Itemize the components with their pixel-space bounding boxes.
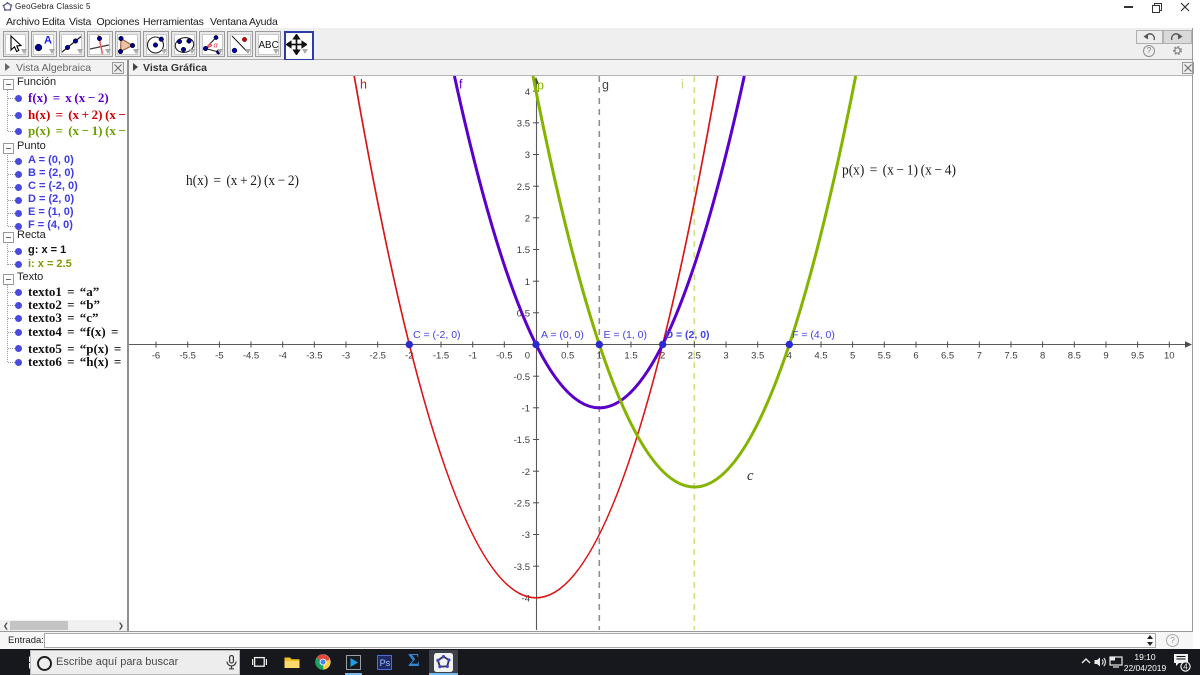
svg-text:f: f <box>459 78 463 92</box>
svg-text:-1.5: -1.5 <box>433 351 449 362</box>
svg-text:4: 4 <box>1183 663 1188 672</box>
svg-text:1: 1 <box>525 277 530 288</box>
svg-text:3.5: 3.5 <box>751 351 764 362</box>
svg-text:2.5: 2.5 <box>517 182 530 193</box>
svg-text:-1.5: -1.5 <box>514 435 530 446</box>
svg-text:2: 2 <box>525 213 530 224</box>
svg-text:-3: -3 <box>522 530 530 541</box>
svg-text:8: 8 <box>1040 351 1045 362</box>
svg-text:-4.5: -4.5 <box>243 351 259 362</box>
svg-text:-1: -1 <box>522 403 530 414</box>
svg-text:-2.5: -2.5 <box>514 498 530 509</box>
svg-text:6.5: 6.5 <box>941 351 954 362</box>
svg-text:8.5: 8.5 <box>1068 351 1081 362</box>
svg-text:7.5: 7.5 <box>1004 351 1017 362</box>
svg-text:6: 6 <box>913 351 918 362</box>
svg-text:2.5: 2.5 <box>688 351 701 362</box>
svg-text:C = (-2, 0): C = (-2, 0) <box>413 329 461 341</box>
svg-text:7: 7 <box>977 351 982 362</box>
svg-text:p: p <box>537 79 544 93</box>
svg-text:1.5: 1.5 <box>624 351 637 362</box>
svg-text:E = (1, 0): E = (1, 0) <box>604 329 647 341</box>
svg-text:-0.5: -0.5 <box>496 351 512 362</box>
svg-text:α: α <box>213 40 218 49</box>
svg-text:-2: -2 <box>522 467 530 478</box>
svg-text:i: i <box>681 78 684 92</box>
svg-text:-3: -3 <box>342 351 350 362</box>
svg-text:-4: -4 <box>278 351 286 362</box>
svg-text:-3.5: -3.5 <box>514 562 530 573</box>
svg-text:3: 3 <box>525 150 530 161</box>
svg-text:9: 9 <box>1103 351 1108 362</box>
svg-text:-1: -1 <box>468 351 476 362</box>
svg-text:F = (4, 0): F = (4, 0) <box>792 329 835 341</box>
svg-text:10: 10 <box>1164 351 1175 362</box>
svg-text:g: g <box>602 78 609 92</box>
svg-text:D = (2, 0): D = (2, 0) <box>666 329 710 341</box>
svg-text:-5: -5 <box>215 351 223 362</box>
svg-text:0.5: 0.5 <box>561 351 574 362</box>
svg-text:-3.5: -3.5 <box>306 351 322 362</box>
svg-text:9.5: 9.5 <box>1131 351 1144 362</box>
svg-text:-6: -6 <box>152 351 160 362</box>
svg-text:-0.5: -0.5 <box>514 372 530 383</box>
svg-text:5: 5 <box>850 351 855 362</box>
svg-text:5.5: 5.5 <box>878 351 891 362</box>
svg-text:3.5: 3.5 <box>517 118 530 129</box>
svg-text:h: h <box>360 78 367 92</box>
svg-text:3: 3 <box>723 351 728 362</box>
svg-text:-2.5: -2.5 <box>370 351 386 362</box>
svg-text:1.5: 1.5 <box>517 245 530 256</box>
svg-text:A = (0, 0): A = (0, 0) <box>541 329 584 341</box>
svg-text:0: 0 <box>525 351 530 362</box>
svg-text:h(x) = (x + 2) (x − 2): h(x) = (x + 2) (x − 2) <box>186 173 299 189</box>
svg-text:4: 4 <box>525 87 530 98</box>
svg-text:-5.5: -5.5 <box>180 351 196 362</box>
svg-text:Ps: Ps <box>380 658 391 668</box>
svg-text:c: c <box>747 468 754 484</box>
svg-text:4.5: 4.5 <box>814 351 827 362</box>
svg-text:p(x) = (x − 1) (x − 4): p(x) = (x − 1) (x − 4) <box>842 163 956 179</box>
